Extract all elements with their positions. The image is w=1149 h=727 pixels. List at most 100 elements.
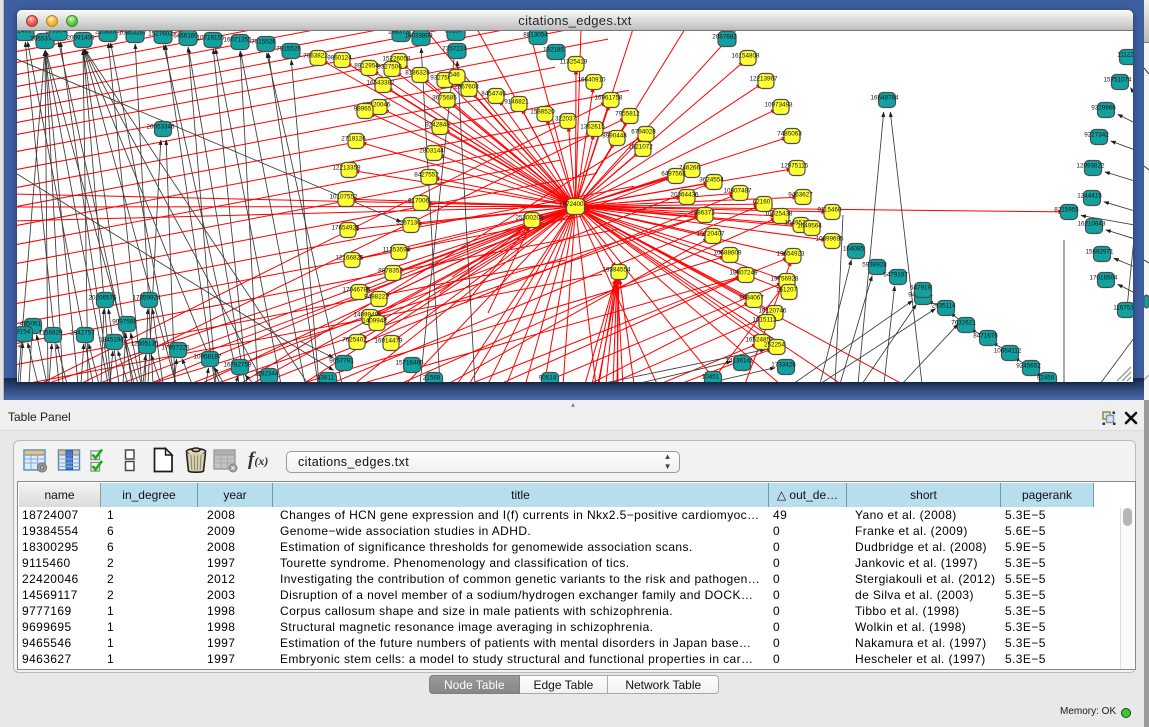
svg-text:6466160: 6466160 (173, 33, 198, 40)
svg-text:92456: 92456 (1037, 375, 1055, 382)
svg-text:2935114: 2935114 (931, 303, 956, 310)
svg-text:1621072: 1621072 (628, 144, 653, 151)
svg-text:1345194: 1345194 (99, 337, 124, 344)
svg-text:7485063: 7485063 (777, 131, 802, 138)
svg-text:12093822: 12093822 (1076, 163, 1105, 170)
svg-text:176804: 176804 (45, 31, 67, 35)
svg-text:8912954: 8912954 (354, 63, 379, 70)
svg-text:12166825: 12166825 (335, 255, 364, 262)
svg-text:9657791: 9657791 (329, 358, 354, 365)
svg-text:10688609: 10688609 (713, 250, 742, 257)
svg-text:6794028: 6794028 (631, 129, 656, 136)
svg-text:9245652: 9245652 (1016, 363, 1041, 370)
svg-text:10973493: 10973493 (764, 102, 793, 109)
svg-text:9227342: 9227342 (1084, 132, 1109, 139)
svg-text:10719155: 10719155 (196, 35, 225, 42)
svg-text:10451: 10451 (702, 374, 720, 381)
svg-text:16210643: 16210643 (1077, 221, 1106, 228)
svg-text:16782759: 16782759 (223, 362, 252, 369)
svg-text:9327506: 9327506 (377, 64, 402, 71)
svg-text:17016504: 17016504 (1089, 275, 1118, 282)
svg-text:546: 546 (449, 72, 460, 79)
svg-text:9860124: 9860124 (327, 55, 352, 62)
svg-text:12405: 12405 (17, 31, 32, 35)
svg-text:16671355: 16671355 (223, 37, 252, 44)
svg-text:26053346: 26053346 (146, 124, 175, 131)
svg-text:3675685: 3675685 (432, 95, 457, 102)
svg-text:21568: 21568 (423, 375, 441, 382)
svg-text:161207: 161207 (776, 287, 798, 294)
svg-text:8215955: 8215955 (1054, 207, 1079, 214)
svg-text:14136141: 14136141 (725, 358, 754, 365)
svg-text:2367608: 2367608 (454, 84, 479, 91)
svg-text:1615112: 1615112 (752, 317, 777, 324)
svg-text:12213967: 12213967 (749, 76, 778, 83)
svg-text:2942757: 2942757 (70, 330, 95, 337)
svg-text:9498222: 9498222 (364, 294, 389, 301)
svg-text:8471676: 8471676 (973, 333, 998, 340)
svg-text:15692971: 15692971 (1085, 249, 1114, 256)
svg-text:9463627: 9463627 (788, 192, 813, 199)
svg-text:16961758: 16961758 (594, 95, 623, 102)
svg-text:17359924: 17359924 (132, 295, 161, 302)
svg-text:19654923: 19654923 (776, 251, 805, 258)
svg-text:12975115: 12975115 (781, 163, 809, 170)
svg-text:7632621: 7632621 (951, 320, 976, 327)
svg-text:322037: 322037 (555, 116, 577, 123)
svg-text:19756928: 19756928 (770, 276, 799, 283)
svg-text:2803144: 2803144 (419, 148, 444, 155)
svg-text:8990448: 8990448 (602, 133, 627, 140)
svg-text:9084067: 9084067 (739, 295, 764, 302)
svg-text:8427552: 8427552 (414, 172, 439, 179)
svg-text:18807249: 18807249 (729, 270, 758, 277)
svg-text:252254: 252254 (764, 342, 786, 349)
svg-text:3624554: 3624554 (699, 177, 724, 184)
svg-text:1244415: 1244415 (1077, 193, 1102, 200)
svg-text:88130: 88130 (445, 31, 463, 35)
svg-text:10654112: 10654112 (994, 348, 1022, 355)
svg-text:18724007: 18724007 (559, 201, 588, 208)
svg-text:16543382: 16543382 (366, 80, 395, 87)
svg-text:20364436: 20364436 (670, 192, 699, 199)
svg-text:7515526: 7515526 (276, 46, 301, 53)
svg-text:15720407: 15720407 (696, 231, 725, 238)
svg-text:10899695: 10899695 (815, 236, 844, 243)
svg-text:617006: 617006 (408, 198, 430, 205)
svg-text:1649564: 1649564 (797, 223, 822, 230)
svg-text:9097568: 9097568 (112, 319, 137, 326)
svg-text:15716485: 15716485 (395, 360, 424, 367)
svg-text:6479197: 6479197 (883, 272, 908, 279)
svg-text:62160: 62160 (753, 199, 771, 206)
svg-text:8813054: 8813054 (523, 32, 548, 39)
svg-text:1588520: 1588520 (530, 109, 555, 116)
svg-text:15751074: 15751074 (1103, 77, 1132, 84)
svg-text:8454749: 8454749 (481, 91, 506, 98)
svg-text:9329966: 9329966 (1091, 105, 1116, 112)
svg-text:9146821: 9146821 (504, 99, 529, 106)
svg-text:10853267: 10853267 (118, 31, 147, 37)
svg-text:2718126: 2718126 (341, 136, 366, 143)
svg-text:17957225: 17957225 (161, 345, 190, 352)
svg-text:7663822: 7663822 (303, 53, 328, 60)
svg-text:20206576: 20206576 (88, 295, 117, 302)
svg-text:8878352: 8878352 (378, 268, 403, 275)
svg-text:164095: 164095 (843, 246, 865, 253)
svg-text:647919: 647919 (910, 285, 932, 292)
svg-text:16640910: 16640910 (577, 77, 606, 84)
svg-text:6497568: 6497568 (661, 171, 686, 178)
svg-text:12213359: 12213359 (332, 165, 361, 172)
svg-text:7625402: 7625402 (342, 337, 367, 344)
svg-text:16033809: 16033809 (404, 33, 433, 40)
svg-text:2087682: 2087682 (712, 34, 737, 41)
svg-text:12505135: 12505135 (130, 341, 159, 348)
svg-text:11325419: 11325419 (560, 59, 588, 66)
svg-text:1192344: 1192344 (254, 371, 279, 378)
svg-text:7515526: 7515526 (251, 39, 276, 46)
svg-text:1156829: 1156829 (38, 330, 63, 337)
svg-text:192185: 192185 (543, 47, 565, 54)
svg-text:10958187: 10958187 (193, 354, 222, 361)
svg-text:116753: 116753 (1113, 305, 1133, 312)
svg-text:1527602: 1527602 (148, 31, 173, 38)
svg-text:90514: 90514 (539, 375, 557, 382)
svg-text:9242848: 9242848 (425, 122, 450, 129)
